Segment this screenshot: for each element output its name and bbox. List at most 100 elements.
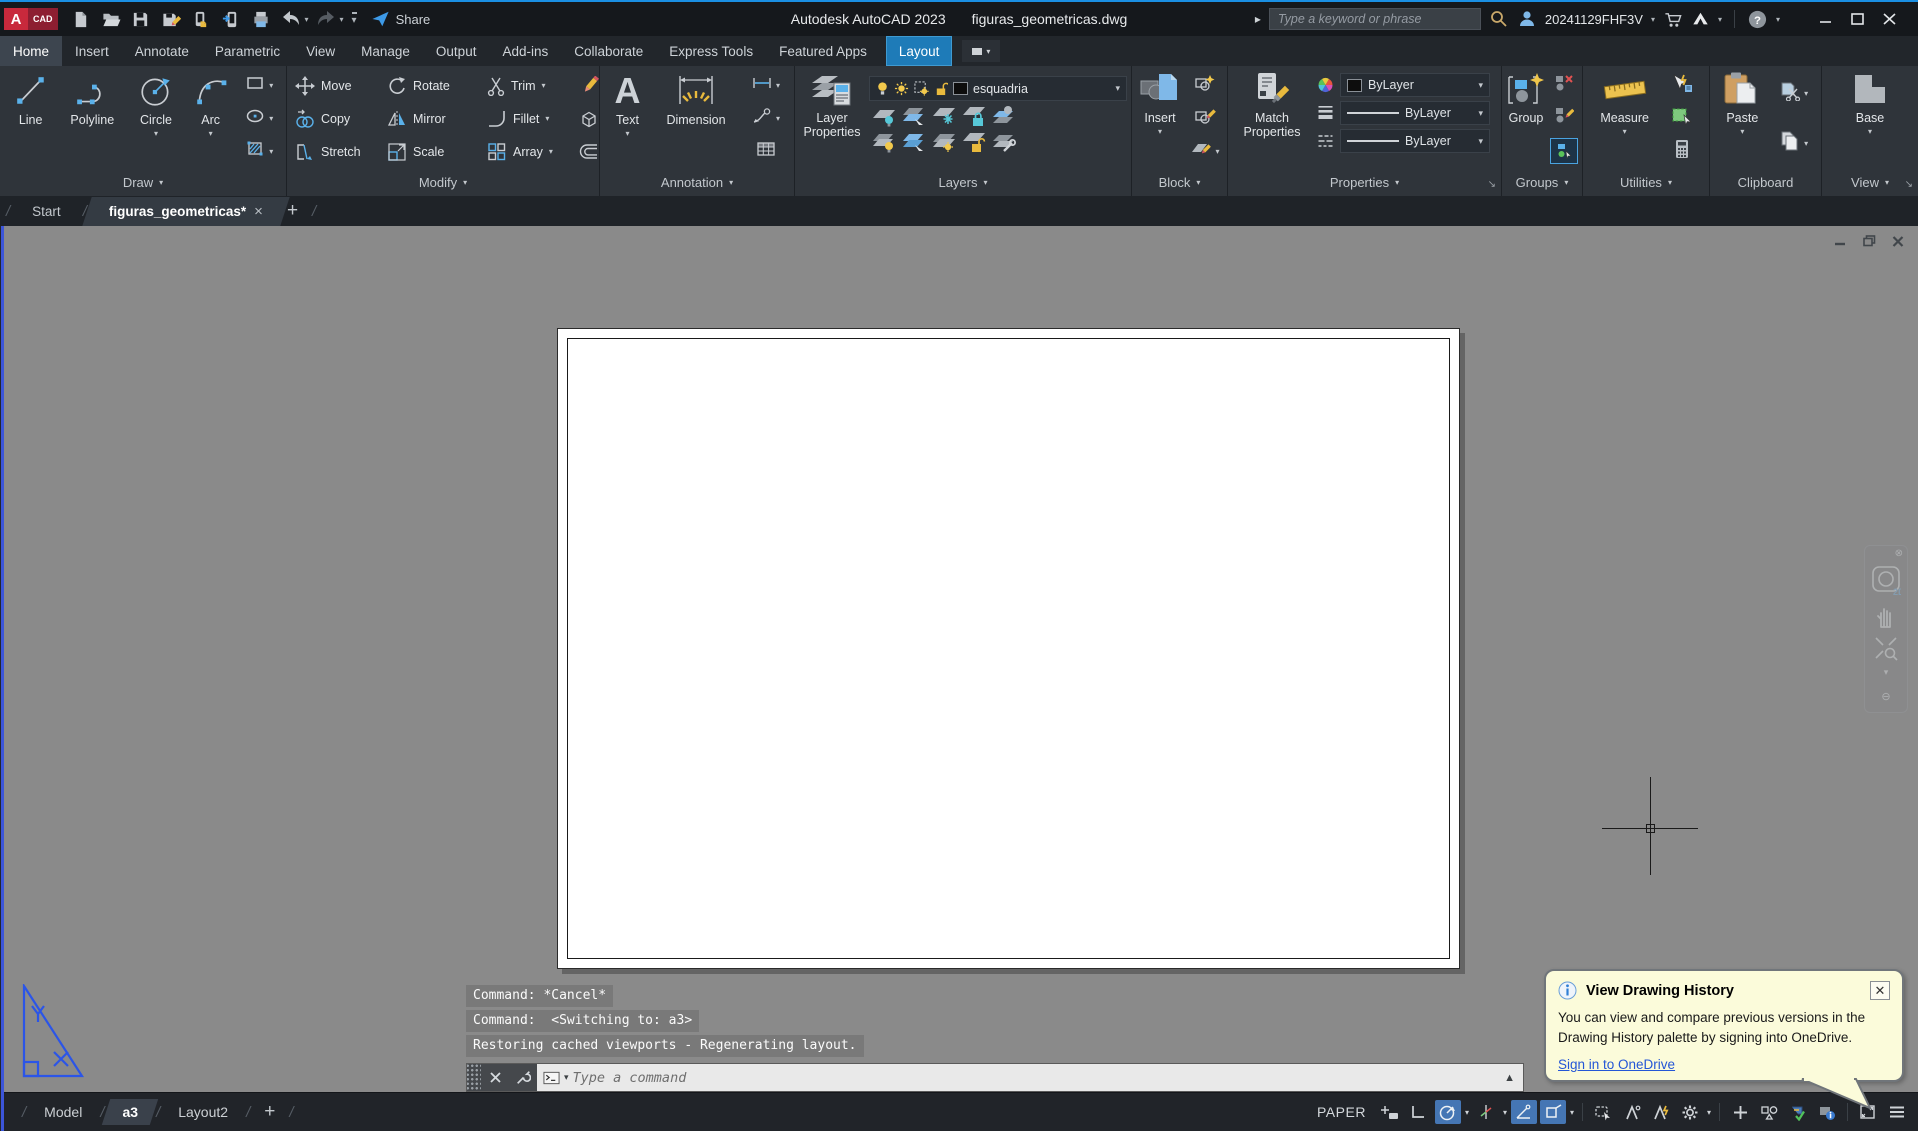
polyline-button[interactable]: Polyline — [59, 69, 125, 168]
recent-commands-arrow-icon[interactable]: ▾ — [564, 1072, 569, 1083]
autodesk-logo-icon[interactable] — [1691, 10, 1710, 28]
layer-sun-icon[interactable] — [894, 81, 909, 96]
navbar-close-icon[interactable]: ⊗ — [1895, 548, 1903, 559]
open-file-button[interactable] — [98, 7, 124, 31]
annotation-scale-arrow-icon[interactable]: ▾ — [1706, 1108, 1712, 1117]
layout-tab-a3[interactable]: a3 — [112, 1099, 148, 1125]
edit-block-button[interactable] — [1194, 107, 1216, 131]
tab-featured-apps[interactable]: Featured Apps — [766, 36, 880, 66]
arc-dropdown-arrow-icon[interactable]: ▾ — [209, 129, 213, 138]
ribbon-display-toggle[interactable]: ▾ — [962, 40, 1001, 62]
panel-label-clipboard[interactable]: Clipboard — [1710, 170, 1821, 194]
file-tab-close-icon[interactable]: × — [254, 203, 263, 220]
view-dialog-launcher-icon[interactable]: ↘ — [1905, 179, 1913, 190]
isometric-drafting-toggle[interactable] — [1473, 1100, 1499, 1124]
tab-annotate[interactable]: Annotate — [122, 36, 202, 66]
add-scales-button[interactable] — [1727, 1100, 1753, 1124]
command-input-field[interactable]: ▾ ▲ — [537, 1064, 1523, 1091]
plot-button[interactable] — [248, 7, 274, 31]
command-line-close-button[interactable] — [481, 1064, 509, 1091]
layer-unlock-all-button[interactable] — [961, 131, 987, 158]
measure-button[interactable]: Measure ▾ — [1592, 69, 1658, 168]
space-toggle[interactable]: PAPER — [1317, 1104, 1366, 1120]
doc-close-button[interactable] — [1888, 232, 1908, 250]
tab-view[interactable]: View — [293, 36, 348, 66]
undo-dropdown-arrow-icon[interactable]: ▾ — [305, 15, 309, 24]
command-line-drag-handle[interactable] — [467, 1064, 481, 1091]
annotation-scale-button[interactable] — [1677, 1100, 1703, 1124]
text-button[interactable]: A Text ▾ — [605, 69, 651, 168]
doc-restore-button[interactable] — [1859, 232, 1879, 250]
copy-clip-arrow-icon[interactable]: ▾ — [1804, 139, 1808, 148]
fillet-button[interactable]: Fillet ▾ — [487, 109, 579, 129]
isometric-drafting-arrow-icon[interactable]: ▾ — [1502, 1108, 1508, 1117]
layer-dropdown[interactable]: esquadria ▾ — [869, 76, 1127, 101]
layer-on-bulb-icon[interactable] — [876, 81, 889, 96]
object-snap-arrow-icon[interactable]: ▾ — [1569, 1108, 1575, 1117]
ellipse-dropdown-arrow-icon[interactable]: ▾ — [269, 114, 273, 123]
quick-select-button[interactable] — [1671, 73, 1693, 98]
save-to-mobile-button[interactable] — [218, 7, 244, 31]
edit-attributes-arrow-icon[interactable]: ▾ — [1215, 147, 1219, 156]
navigation-bar[interactable]: ⊗ 2D ▾ ⊖ — [1864, 545, 1908, 713]
lineweight-icon[interactable] — [1316, 104, 1335, 122]
create-block-button[interactable] — [1194, 74, 1216, 98]
match-properties-button[interactable]: Match Properties — [1236, 69, 1308, 168]
lineweight-dropdown[interactable]: ByLayer ▾ — [1340, 101, 1490, 125]
edit-attributes-button[interactable] — [1190, 140, 1212, 164]
user-dropdown-arrow-icon[interactable]: ▾ — [1651, 15, 1655, 24]
layer-dropdown-arrow-icon[interactable]: ▾ — [1115, 83, 1120, 94]
file-tab-start[interactable]: Start — [16, 196, 77, 226]
model-tab[interactable]: Model — [34, 1099, 92, 1125]
pan-hand-icon[interactable] — [1873, 603, 1899, 629]
search-input[interactable] — [1268, 8, 1481, 30]
user-id[interactable]: 20241129FHF3V — [1545, 12, 1643, 27]
fillet-dropdown-arrow-icon[interactable]: ▾ — [545, 114, 549, 123]
hatch-button[interactable] — [245, 140, 266, 163]
mirror-button[interactable]: Mirror — [387, 109, 487, 129]
trim-button[interactable]: Trim ▾ — [487, 76, 579, 96]
command-input[interactable] — [572, 1069, 1501, 1086]
layer-match-button[interactable] — [991, 131, 1017, 158]
sign-in-onedrive-link[interactable]: Sign in to OneDrive — [1558, 1057, 1675, 1072]
hatch-dropdown-arrow-icon[interactable]: ▾ — [269, 147, 273, 156]
search-icon[interactable] — [1489, 9, 1509, 29]
new-layout-button[interactable]: + — [258, 1101, 281, 1123]
redo-button[interactable] — [313, 7, 339, 31]
paste-dropdown-arrow-icon[interactable]: ▾ — [1740, 127, 1744, 136]
help-icon[interactable]: ? — [1747, 9, 1768, 30]
circle-button[interactable]: Circle ▾ — [127, 69, 185, 168]
redo-dropdown-arrow-icon[interactable]: ▾ — [340, 15, 344, 24]
color-wheel-icon[interactable] — [1316, 76, 1335, 94]
insert-dropdown-arrow-icon[interactable]: ▾ — [1158, 127, 1162, 136]
ortho-mode-toggle[interactable] — [1406, 1100, 1432, 1124]
group-selection-toggle-button[interactable] — [1550, 137, 1578, 164]
tab-output[interactable]: Output — [423, 36, 490, 66]
file-tab-drawing[interactable]: figuras_geometricas* × — [93, 196, 279, 226]
layer-unlock-icon[interactable] — [934, 81, 948, 96]
properties-dialog-launcher-icon[interactable]: ↘ — [1488, 179, 1496, 190]
panel-label-block[interactable]: Block ▾ — [1132, 170, 1227, 194]
panel-label-groups[interactable]: Groups ▾ — [1502, 170, 1582, 194]
layer-color-swatch[interactable] — [953, 82, 968, 95]
trim-dropdown-arrow-icon[interactable]: ▾ — [542, 81, 546, 90]
leader-arrow-icon[interactable]: ▾ — [776, 114, 780, 123]
palette-edge-strip[interactable] — [0, 226, 4, 1131]
base-button[interactable]: Base ▾ — [1841, 69, 1899, 168]
tab-home[interactable]: Home — [0, 36, 63, 66]
tab-express-tools[interactable]: Express Tools — [656, 36, 766, 66]
command-line-customize-button[interactable] — [509, 1064, 537, 1091]
doc-minimize-button[interactable] — [1830, 232, 1850, 250]
drawing-canvas[interactable]: ⊗ 2D ▾ ⊖ Command: *Cancel* Command: <Swi… — [0, 226, 1918, 1092]
user-avatar-icon[interactable] — [1517, 9, 1537, 29]
layer-isolate-button[interactable] — [901, 105, 927, 132]
selection-cycling-toggle[interactable] — [1590, 1100, 1616, 1124]
ellipse-button[interactable] — [245, 107, 266, 130]
leader-button[interactable] — [751, 107, 773, 130]
tab-layout[interactable]: Layout — [885, 36, 953, 66]
dimension-button[interactable]: Dimension — [653, 69, 739, 168]
panel-label-annotation[interactable]: Annotation ▾ — [600, 170, 794, 194]
layout-tab-2[interactable]: Layout2 — [168, 1099, 238, 1125]
navbar-collapse-icon[interactable]: ⊖ — [1881, 690, 1890, 703]
snap-mode-toggle[interactable] — [1377, 1100, 1403, 1124]
